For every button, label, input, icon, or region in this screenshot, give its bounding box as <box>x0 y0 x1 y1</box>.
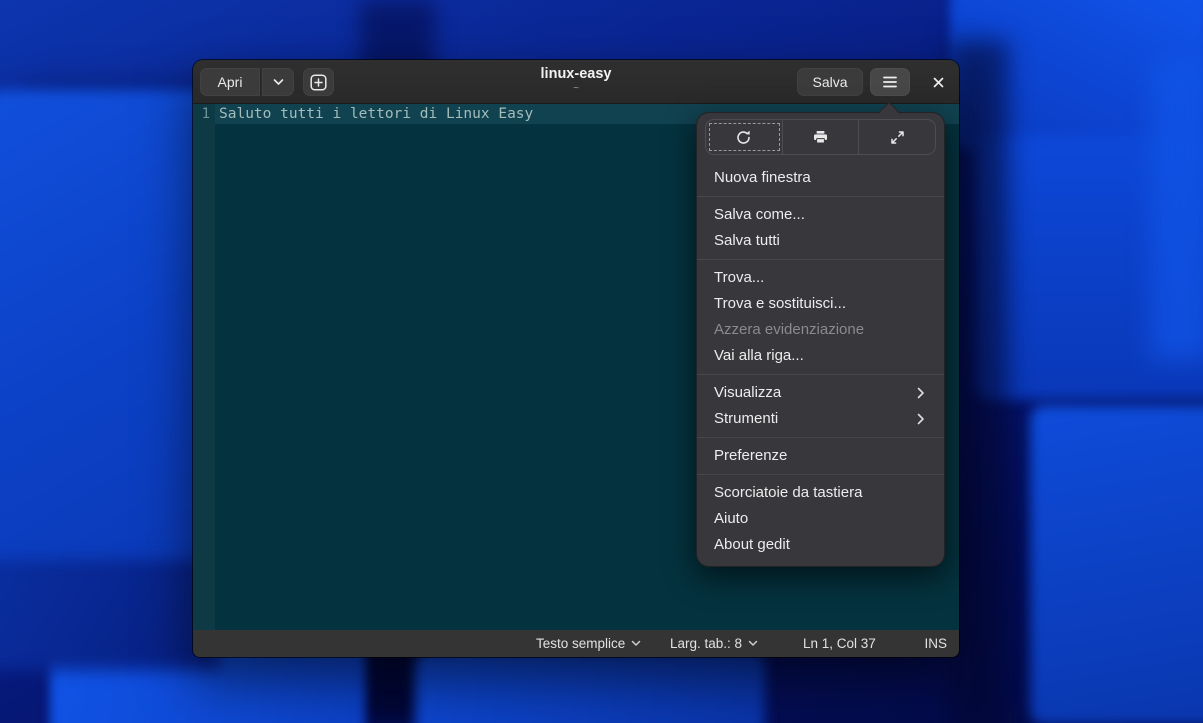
menu-separator <box>697 374 944 375</box>
menu-item-aiuto[interactable]: Aiuto <box>705 506 936 532</box>
menu-separator <box>697 474 944 475</box>
menu-separator <box>697 437 944 438</box>
menu-icon-row <box>705 119 936 155</box>
chevron-down-icon <box>631 640 641 647</box>
main-menu-popover: Nuova finestra Salva come... Salva tutti… <box>696 112 945 567</box>
close-window-button[interactable] <box>923 68 953 96</box>
chevron-down-icon <box>273 78 284 86</box>
menu-item-nuova-finestra[interactable]: Nuova finestra <box>705 165 936 191</box>
menu-item-scorciatoie-da-tastiera[interactable]: Scorciatoie da tastiera <box>705 480 936 506</box>
open-button[interactable]: Apri <box>200 68 261 96</box>
new-tab-icon <box>310 74 327 91</box>
print-icon <box>812 129 829 145</box>
menu-item-trova[interactable]: Trova... <box>705 265 936 291</box>
language-label: Testo semplice <box>536 636 625 651</box>
menu-item-about-gedit[interactable]: About gedit <box>705 532 936 558</box>
menu-item-trova-e-sostituisci[interactable]: Trova e sostituisci... <box>705 291 936 317</box>
menu-item-preferenze[interactable]: Preferenze <box>705 443 936 469</box>
statusbar: Testo semplice Larg. tab.: 8 Ln 1, Col 3… <box>193 630 959 657</box>
wallpaper-highlight <box>1150 60 1203 360</box>
line-number-gutter <box>193 104 215 630</box>
wallpaper-cube <box>0 560 220 670</box>
cursor-position[interactable]: Ln 1, Col 37 <box>803 630 876 657</box>
reload-icon <box>735 129 752 146</box>
menu-item-vai-alla-riga[interactable]: Vai alla riga... <box>705 343 936 369</box>
menu-item-salva-come[interactable]: Salva come... <box>705 202 936 228</box>
line-number: 1 <box>193 104 210 124</box>
chevron-down-icon <box>748 640 758 647</box>
fullscreen-icon <box>889 129 906 146</box>
reload-button[interactable] <box>706 120 783 154</box>
menu-separator <box>697 196 944 197</box>
new-tab-button[interactable] <box>303 68 334 96</box>
open-dropdown-button[interactable] <box>262 68 294 96</box>
wallpaper-cube <box>1030 405 1203 723</box>
headerbar: Apri linux-easy ~ Salva <box>193 60 959 104</box>
menu-separator <box>697 259 944 260</box>
menu-item-azzera-evidenziazione: Azzera evidenziazione <box>705 317 936 343</box>
hamburger-icon <box>882 75 898 89</box>
menu-item-strumenti[interactable]: Strumenti <box>705 406 936 432</box>
menu-item-salva-tutti[interactable]: Salva tutti <box>705 228 936 254</box>
close-icon <box>932 76 945 89</box>
hamburger-menu-button[interactable] <box>870 68 910 96</box>
save-button[interactable]: Salva <box>797 68 863 96</box>
editor-line-text: Saluto tutti i lettori di Linux Easy <box>219 104 533 124</box>
language-selector[interactable]: Testo semplice <box>536 630 641 657</box>
print-button[interactable] <box>783 120 860 154</box>
submenu-arrow-icon <box>917 387 925 399</box>
menu-list: Nuova finestra Salva come... Salva tutti… <box>705 163 936 560</box>
insert-mode-indicator[interactable]: INS <box>924 630 947 657</box>
submenu-arrow-icon <box>917 413 925 425</box>
fullscreen-button[interactable] <box>859 120 935 154</box>
wallpaper-cube <box>415 650 765 723</box>
menu-item-visualizza[interactable]: Visualizza <box>705 380 936 406</box>
tab-width-selector[interactable]: Larg. tab.: 8 <box>670 630 758 657</box>
tab-width-label: Larg. tab.: 8 <box>670 636 742 651</box>
